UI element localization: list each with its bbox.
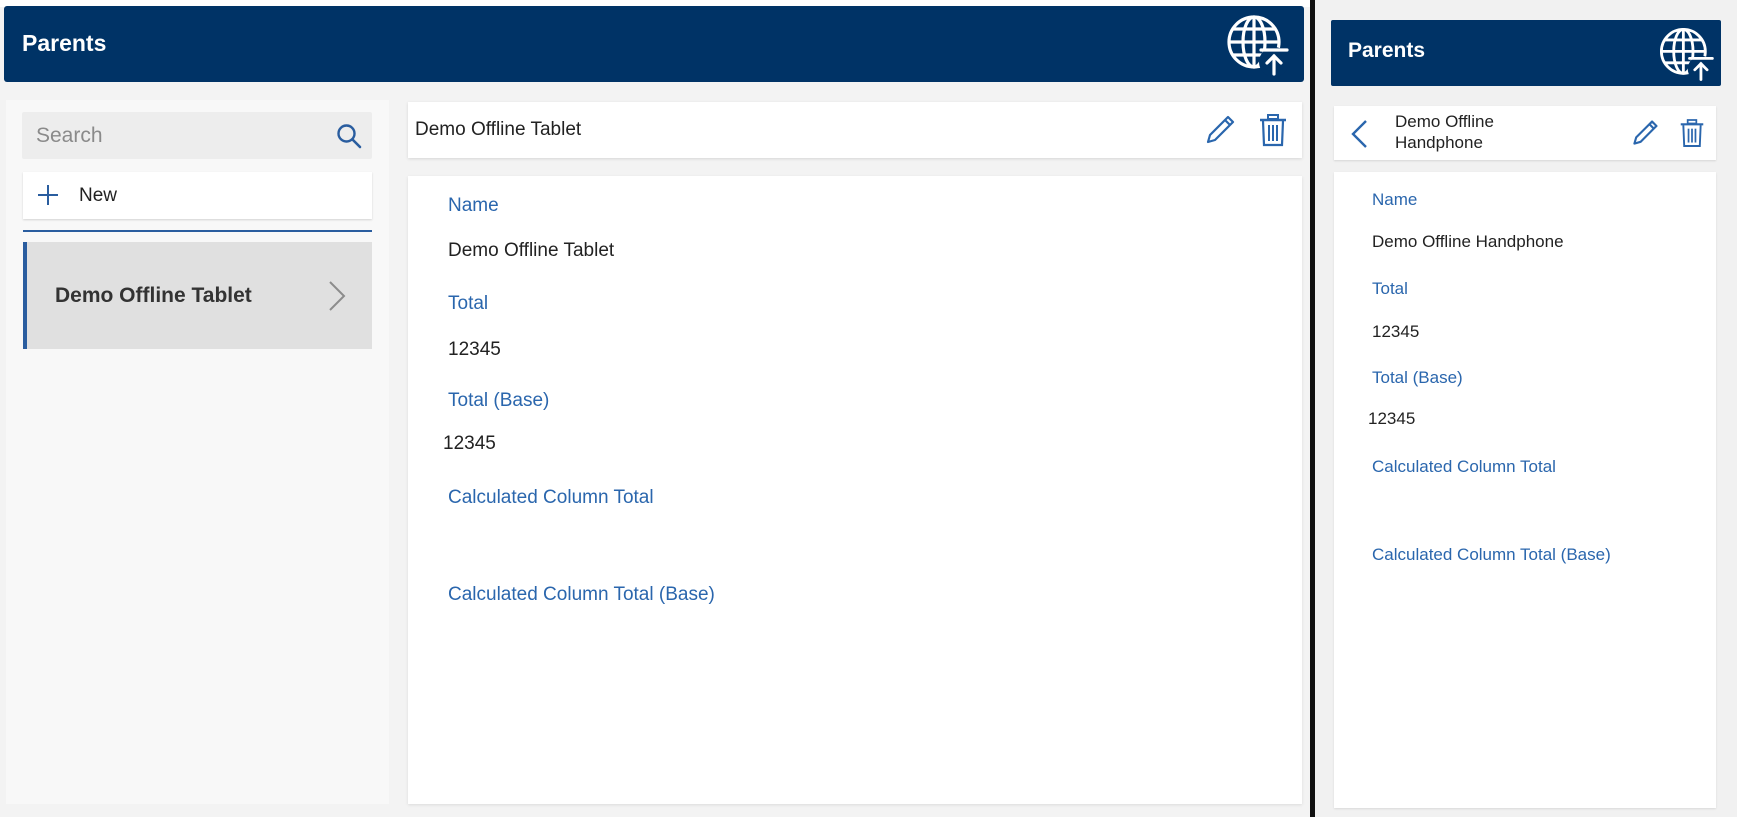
field-label-calculated-total: Calculated Column Total — [1372, 457, 1556, 476]
field-value-total-base: 12345 — [1368, 409, 1416, 428]
detail-header: Demo Offline Tablet — [408, 102, 1302, 158]
trash-icon[interactable] — [1258, 113, 1288, 147]
trash-icon[interactable] — [1679, 118, 1705, 148]
field-label-total: Total — [1372, 279, 1408, 298]
field-value-name: Demo Offline Tablet — [448, 240, 615, 261]
list-item[interactable]: Demo Offline Tablet — [23, 242, 372, 349]
detail-title: Demo Offline Handphone — [1395, 112, 1494, 152]
plus-icon — [38, 185, 58, 205]
detail-header: Demo Offline Handphone — [1334, 106, 1716, 160]
edit-icon[interactable] — [1203, 113, 1237, 147]
list-divider — [23, 230, 372, 232]
detail-form: Name Demo Offline Handphone Total 12345 … — [1334, 172, 1716, 808]
search-input[interactable] — [22, 112, 372, 159]
app-header: Parents — [1331, 20, 1721, 86]
field-label-total-base: Total (Base) — [448, 390, 550, 411]
edit-icon[interactable] — [1630, 118, 1660, 148]
field-label-calculated-total-base: Calculated Column Total (Base) — [1372, 545, 1611, 564]
field-value-name: Demo Offline Handphone — [1372, 232, 1564, 251]
record-list-panel: New Demo Offline Tablet — [6, 100, 389, 804]
phone-view: Parents Demo Offline Handphone Name Demo… — [1315, 0, 1737, 817]
detail-form: Name Demo Offline Tablet Total 12345 Tot… — [408, 176, 1302, 804]
chevron-right-icon — [329, 281, 346, 311]
page-title: Parents — [1348, 39, 1426, 62]
field-value-total: 12345 — [448, 339, 501, 360]
new-button-label: New — [79, 185, 118, 206]
field-label-name: Name — [1372, 190, 1418, 209]
chevron-left-icon[interactable] — [1350, 119, 1368, 149]
list-item-label: Demo Offline Tablet — [55, 284, 252, 307]
tablet-view: Parents Search New Demo Offline Tablet D… — [0, 0, 1310, 817]
page-title: Parents — [22, 30, 107, 56]
search-box — [22, 112, 372, 159]
field-label-name: Name — [448, 195, 499, 216]
globe-upload-icon[interactable] — [1657, 25, 1715, 83]
field-value-total: 12345 — [1372, 322, 1420, 341]
detail-title: Demo Offline Tablet — [415, 119, 582, 140]
globe-upload-icon[interactable] — [1224, 12, 1290, 78]
field-label-total-base: Total (Base) — [1372, 368, 1463, 387]
field-label-calculated-total-base: Calculated Column Total (Base) — [448, 584, 715, 605]
field-label-calculated-total: Calculated Column Total — [448, 487, 654, 508]
new-record-button[interactable]: New — [23, 172, 372, 219]
field-label-total: Total — [448, 293, 489, 314]
app-header: Parents — [4, 6, 1304, 82]
search-icon[interactable] — [336, 123, 362, 149]
field-value-total-base: 12345 — [443, 433, 496, 454]
